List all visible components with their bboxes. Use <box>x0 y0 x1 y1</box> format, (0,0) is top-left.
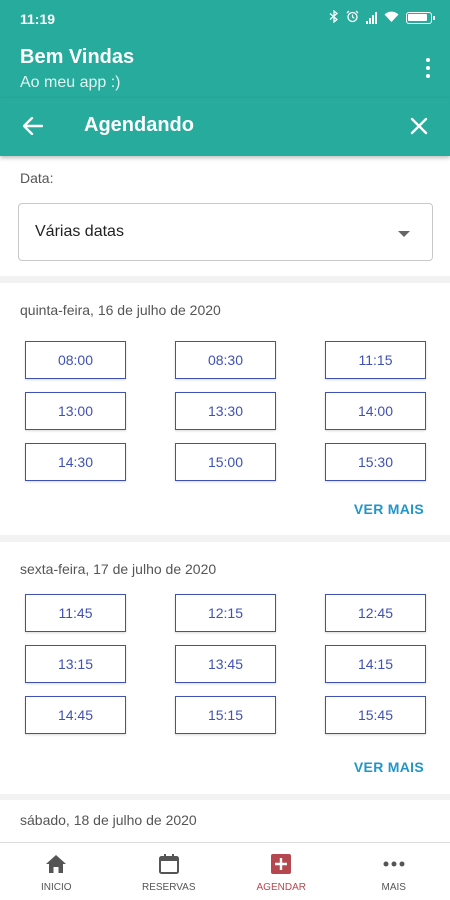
overflow-menu-button[interactable] <box>422 58 434 78</box>
nav-item-inicio[interactable]: INICIO <box>0 843 113 900</box>
nav-label: RESERVAS <box>141 882 196 893</box>
date-select[interactable]: Várias datas <box>18 203 433 261</box>
time-slot-button[interactable]: 14:15 <box>325 645 426 683</box>
back-button[interactable] <box>18 111 48 141</box>
signal-icon <box>366 12 377 24</box>
scheduling-toolbar: Agendando <box>0 98 450 156</box>
arrow-back-icon <box>23 117 43 135</box>
day-card: quinta-feira, 16 de julho de 2020 08:00 … <box>0 283 450 535</box>
time-slot-button[interactable]: 14:45 <box>25 696 126 734</box>
time-slot-button[interactable]: 13:15 <box>25 645 126 683</box>
close-icon <box>410 117 428 135</box>
close-button[interactable] <box>404 111 434 141</box>
nav-label: MAIS <box>381 882 406 893</box>
more-vertical-icon <box>426 58 430 62</box>
time-slot-button[interactable]: 14:00 <box>325 392 426 430</box>
bluetooth-icon <box>329 9 339 26</box>
app-subtitle: Ao meu app :) <box>20 74 121 91</box>
time-slot-button[interactable]: 15:00 <box>175 443 276 481</box>
toolbar-title: Agendando <box>84 114 194 136</box>
date-select-value: Várias datas <box>35 223 124 240</box>
more-horizontal-icon <box>383 853 405 875</box>
time-slot-button[interactable]: 13:30 <box>175 392 276 430</box>
alarm-icon <box>346 10 359 26</box>
time-slot-button[interactable]: 13:45 <box>175 645 276 683</box>
time-slot-button[interactable]: 15:30 <box>325 443 426 481</box>
home-icon <box>45 853 67 875</box>
time-slot-button[interactable]: 12:15 <box>175 594 276 632</box>
nav-item-agendar[interactable]: AGENDAR <box>225 843 338 900</box>
nav-item-reservas[interactable]: RESERVAS <box>113 843 226 900</box>
day-title: sábado, 18 de julho de 2020 <box>20 812 197 828</box>
status-time: 11:19 <box>20 11 56 27</box>
date-filter-section: Data: Várias datas <box>0 156 450 276</box>
dropdown-caret-icon <box>398 231 410 237</box>
bottom-navigation: INICIO RESERVAS AGENDAR MAIS <box>0 842 450 900</box>
calendar-icon <box>158 853 180 875</box>
date-label: Data: <box>20 170 54 186</box>
time-slot-button[interactable]: 13:00 <box>25 392 126 430</box>
see-more-link[interactable]: VER MAIS <box>354 501 424 517</box>
time-slot-grid: 11:45 12:15 12:45 13:15 13:45 14:15 14:4… <box>25 594 427 734</box>
wifi-icon <box>384 11 399 26</box>
add-box-icon <box>270 853 292 875</box>
time-slot-button[interactable]: 08:00 <box>25 341 126 379</box>
status-icons <box>329 9 435 26</box>
nav-item-mais[interactable]: MAIS <box>338 843 450 900</box>
day-card: sexta-feira, 17 de julho de 2020 11:45 1… <box>0 542 450 794</box>
day-title: sexta-feira, 17 de julho de 2020 <box>20 561 217 577</box>
nav-label: AGENDAR <box>256 882 306 893</box>
time-slot-button[interactable]: 11:45 <box>25 594 126 632</box>
time-slot-grid: 08:00 08:30 11:15 13:00 13:30 14:00 14:3… <box>25 341 427 481</box>
time-slot-button[interactable]: 12:45 <box>325 594 426 632</box>
time-slot-button[interactable]: 11:15 <box>325 341 426 379</box>
nav-label: INICIO <box>40 882 72 893</box>
day-title: quinta-feira, 16 de julho de 2020 <box>20 302 221 318</box>
see-more-link[interactable]: VER MAIS <box>354 759 424 775</box>
time-slot-button[interactable]: 15:15 <box>175 696 276 734</box>
app-title: Bem Vindas <box>20 46 135 68</box>
status-bar: 11:19 <box>0 0 450 38</box>
time-slot-button[interactable]: 15:45 <box>325 696 426 734</box>
battery-icon <box>406 12 435 24</box>
app-header: Bem Vindas Ao meu app :) <box>0 38 450 98</box>
time-slot-button[interactable]: 08:30 <box>175 341 276 379</box>
time-slot-button[interactable]: 14:30 <box>25 443 126 481</box>
